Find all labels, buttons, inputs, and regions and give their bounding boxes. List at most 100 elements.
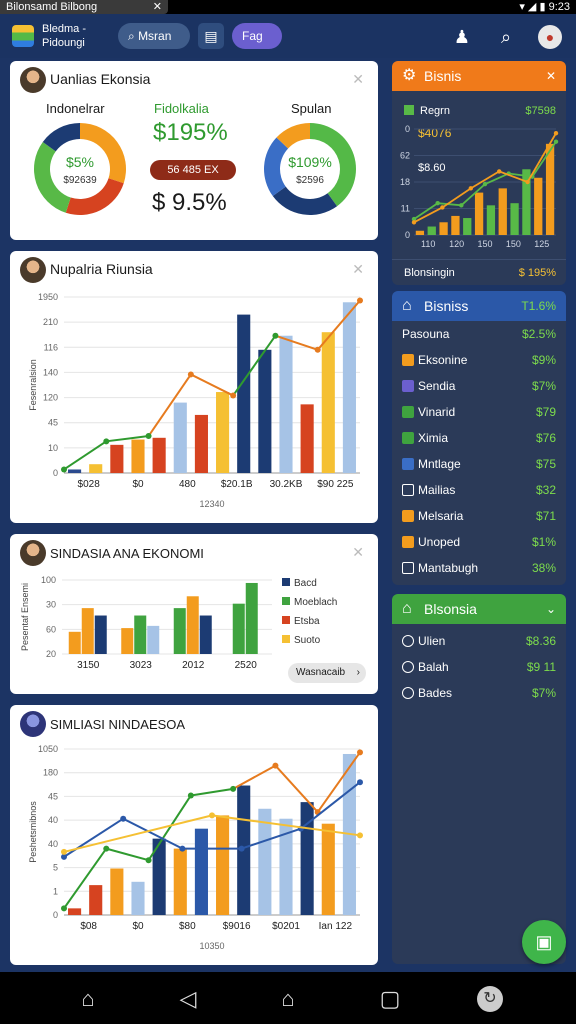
panel-header[interactable]: ⌂ Bisniss T1.6% [392, 291, 566, 321]
chat-fab-button[interactable]: ▣ [522, 920, 566, 964]
item-label: Sendia [418, 379, 456, 393]
item-label: Mantabugh [418, 561, 479, 575]
x-tick-label: 30.2KB [270, 479, 303, 490]
search-icon: ⌕ [128, 29, 139, 43]
item-value: $7% [531, 686, 556, 700]
app-title: Bledma - Pidoungi [42, 22, 86, 50]
item-icon [402, 510, 414, 522]
app-logo-icon [12, 25, 34, 47]
panel-header[interactable]: ⚙ Bisnis ✕ [392, 61, 566, 91]
list-item[interactable]: Vinarid $79 [392, 399, 566, 425]
item-label: Ulien [418, 634, 446, 648]
browser-tab[interactable]: Bilonsamd Bilbong ✕ [0, 0, 168, 14]
bar [534, 177, 543, 235]
list-item[interactable]: Sendia $7% [392, 373, 566, 399]
list-item[interactable]: Bades $7% [392, 680, 566, 706]
x-tick-label: $08 [80, 921, 97, 932]
profile-avatar[interactable]: ● [538, 25, 562, 49]
clock: 9:23 [548, 1, 570, 13]
bar [194, 828, 208, 915]
panel-header[interactable]: ⌂ Blsonsia ⌄ [392, 594, 566, 624]
value-badge: 56 485 EX [150, 160, 236, 180]
badge-text: 56 485 EX [167, 164, 219, 176]
users-icon[interactable]: ♟ [450, 25, 474, 49]
item-label: Mntlage [418, 457, 461, 471]
list-item[interactable]: Balah $9 11 [392, 654, 566, 680]
x-tick-label: 110 [421, 239, 435, 249]
donut-slice [272, 186, 338, 215]
legend-swatch [404, 105, 414, 115]
panel-footer: Blonsingin $ 195% [392, 259, 566, 285]
panel-title: Bisnis [424, 68, 462, 84]
item-icon [402, 562, 414, 574]
home-icon: ⌂ [402, 600, 412, 617]
list-item[interactable]: Mantabugh 38% [392, 555, 566, 581]
line-point [272, 762, 279, 769]
item-value: $9 11 [526, 660, 556, 674]
assistant-icon[interactable]: ↻ [477, 986, 503, 1012]
x-tick-label: $80 [179, 921, 196, 932]
panel-title: Blsonsia [424, 601, 477, 617]
card-title: SIMLIASI NINDAESOA [50, 717, 186, 732]
business-mini-panel: ⚙ Bisnis ✕ Regrn $7598 $4076 $8.60 0 11 18… [392, 61, 566, 285]
x-tick-label: 150 [477, 239, 492, 249]
item-icon [402, 635, 414, 647]
recents-icon[interactable]: ▢ [377, 986, 403, 1012]
y-tick-label: 120 [43, 393, 58, 403]
home-button-icon[interactable]: ⌂ [275, 986, 301, 1012]
list-item[interactable]: Pasouna $2.5% [392, 321, 566, 347]
simulation-chart-card: SIMLIASI NINDAESOA 0 1 5 40 40 45 180 1050 Peshe… [10, 705, 378, 965]
search-button[interactable]: ⌕ Msran [118, 23, 190, 49]
back-icon[interactable]: ◁ [175, 986, 201, 1012]
line-point [357, 832, 363, 839]
item-label: Vinarid [418, 405, 456, 419]
bar [439, 222, 448, 235]
x-tick-label: 125 [534, 239, 549, 249]
bar [173, 402, 187, 473]
home-icon: ⌂ [402, 297, 412, 314]
line-point [61, 905, 67, 912]
list-item[interactable]: Unoped $1% [392, 529, 566, 555]
x-tick-label: 3023 [130, 660, 153, 671]
item-icon [402, 354, 414, 366]
close-icon[interactable]: ✕ [352, 544, 364, 561]
search-icon[interactable]: ⌕ [494, 25, 518, 49]
avatar [20, 540, 46, 566]
signal-icon: ◢ [527, 1, 537, 13]
tag-dropdown[interactable]: Fag ⌄ [232, 23, 282, 69]
list-item[interactable]: Eksonine $9% [392, 347, 566, 373]
y-tick-label: 210 [43, 317, 58, 327]
bar [474, 192, 484, 235]
close-icon[interactable]: ✕ [352, 71, 364, 88]
bar [245, 582, 258, 654]
close-icon[interactable]: ✕ [352, 261, 364, 278]
close-icon[interactable]: ✕ [546, 61, 556, 91]
item-label: Balah [418, 660, 449, 674]
line-point [61, 848, 67, 855]
home-icon[interactable]: ⌂ [75, 986, 101, 1012]
bar [152, 437, 166, 473]
y-tick-label: 1050 [38, 744, 58, 754]
line-segment [190, 787, 234, 797]
calendar-button[interactable]: ▤ [198, 23, 224, 49]
list-item[interactable]: Ximia $76 [392, 425, 566, 451]
donut-value: $5% [66, 154, 94, 170]
bar [147, 625, 160, 654]
x-tick-label: Ian 122 [319, 921, 353, 932]
list-item[interactable]: Melsaria $71 [392, 503, 566, 529]
bar [498, 188, 507, 235]
bar [216, 815, 230, 915]
chevron-down-icon[interactable]: ⌄ [546, 594, 556, 624]
list-item[interactable]: Mailias $32 [392, 477, 566, 503]
line-point [411, 220, 417, 225]
bar [300, 404, 314, 473]
line-point [314, 346, 321, 353]
big-value: $195% [153, 119, 228, 146]
list-item[interactable]: Mntlage $75 [392, 451, 566, 477]
line-point [230, 785, 237, 792]
y-tick-label: 10 [48, 443, 58, 453]
chat-icon: ▣ [535, 932, 553, 952]
options-button[interactable]: Wasnacaib › [288, 663, 366, 683]
list-item[interactable]: Ulien $8.36 [392, 628, 566, 654]
close-icon[interactable]: ✕ [153, 0, 162, 14]
